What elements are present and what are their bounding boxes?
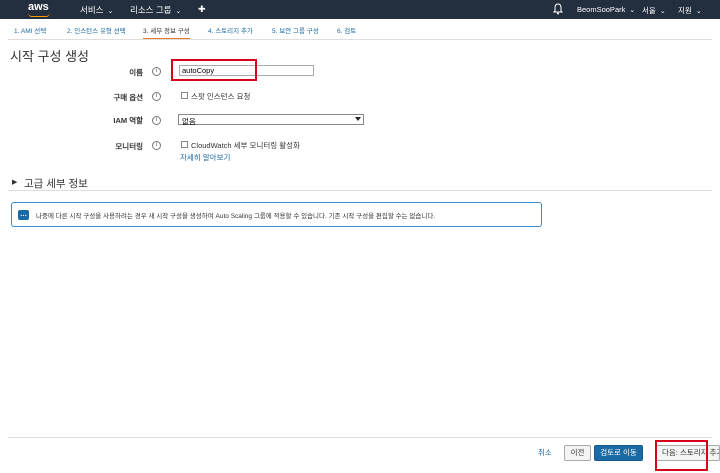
- monitoring-label: 모니터링: [115, 142, 143, 151]
- advanced-details-toggle[interactable]: 고급 세부 정보: [24, 176, 88, 191]
- resource-groups-menu-label: 리소스 그룹: [130, 5, 172, 15]
- info-alert: … 나중에 다른 시작 구성을 사용하려는 경우 새 시작 구성을 생성하여 A…: [11, 202, 542, 227]
- review-button[interactable]: 검토로 이동: [594, 445, 643, 461]
- info-icon[interactable]: i: [152, 116, 161, 125]
- expand-arrow-icon[interactable]: ▶: [12, 178, 17, 186]
- alert-text: 나중에 다른 시작 구성을 사용하려는 경우 새 시작 구성을 생성하여 Aut…: [36, 213, 436, 220]
- purchase-option-label: 구매 옵션: [113, 93, 143, 102]
- chevron-down-icon: ⌄: [107, 8, 114, 15]
- chevron-down-icon: ⌄: [695, 8, 702, 15]
- chevron-down-icon: ⌄: [629, 7, 636, 14]
- steps-divider: [8, 39, 712, 40]
- advanced-divider: [8, 190, 712, 191]
- info-icon[interactable]: i: [152, 67, 161, 76]
- step-add-storage[interactable]: 4. 스토리지 추가: [208, 26, 253, 40]
- highlight-box-name: [171, 59, 257, 81]
- cancel-button[interactable]: 취소: [538, 447, 552, 458]
- step-security-group[interactable]: 5. 보안 그룹 구성: [272, 26, 319, 40]
- iam-role-value: 없음: [182, 117, 196, 126]
- bell-icon[interactable]: [553, 3, 563, 15]
- iam-role-label: IAM 역할: [113, 116, 143, 125]
- spot-instance-checkbox[interactable]: [181, 92, 188, 99]
- learn-more-link[interactable]: 자세히 알아보기: [180, 152, 230, 163]
- wizard-steps: 1. AMI 선택 2. 인스턴스 유형 선택 3. 세부 정보 구성 4. 스…: [0, 26, 720, 40]
- highlight-box-next: [655, 440, 708, 471]
- region-label: 서울: [642, 6, 656, 15]
- resource-groups-menu[interactable]: 리소스 그룹 ⌄: [130, 4, 181, 16]
- spot-instance-label: 스팟 인스턴스 요청: [191, 92, 251, 101]
- chevron-down-icon: ⌄: [659, 8, 666, 15]
- user-menu[interactable]: BeomSooPark ⌄: [577, 5, 635, 14]
- step-instance-type[interactable]: 2. 인스턴스 유형 선택: [67, 26, 126, 40]
- username: BeomSooPark: [577, 5, 626, 14]
- name-label: 이름: [129, 68, 143, 77]
- support-menu[interactable]: 지원 ⌄: [678, 5, 702, 16]
- pin-icon[interactable]: ✚: [198, 4, 206, 15]
- dropdown-arrow-icon: [355, 117, 361, 121]
- services-menu[interactable]: 서비스 ⌄: [80, 4, 113, 16]
- aws-logo-smile-icon: [28, 13, 50, 17]
- page-title: 시작 구성 생성: [10, 49, 89, 64]
- support-label: 지원: [678, 6, 692, 15]
- step-review[interactable]: 6. 검토: [337, 26, 356, 40]
- step-ami[interactable]: 1. AMI 선택: [14, 26, 46, 40]
- top-navigation: aws 서비스 ⌄ 리소스 그룹 ⌄ ✚ BeomSooPark ⌄ 서울 ⌄ 지원 ⌄: [0, 0, 720, 19]
- cloudwatch-checkbox[interactable]: [181, 141, 188, 148]
- previous-button[interactable]: 이전: [564, 445, 591, 461]
- cloudwatch-label: CloudWatch 세부 모니터링 활성화: [191, 141, 300, 150]
- message-icon: …: [18, 210, 29, 220]
- info-icon[interactable]: i: [152, 141, 161, 150]
- footer-divider: [8, 437, 712, 438]
- aws-logo[interactable]: aws: [28, 1, 49, 13]
- step-configure-details[interactable]: 3. 세부 정보 구성: [143, 26, 190, 40]
- chevron-down-icon: ⌄: [175, 8, 182, 15]
- region-menu[interactable]: 서울 ⌄: [642, 5, 666, 16]
- services-menu-label: 서비스: [80, 5, 104, 15]
- info-icon[interactable]: i: [152, 92, 161, 101]
- iam-role-select[interactable]: 없음: [178, 114, 364, 126]
